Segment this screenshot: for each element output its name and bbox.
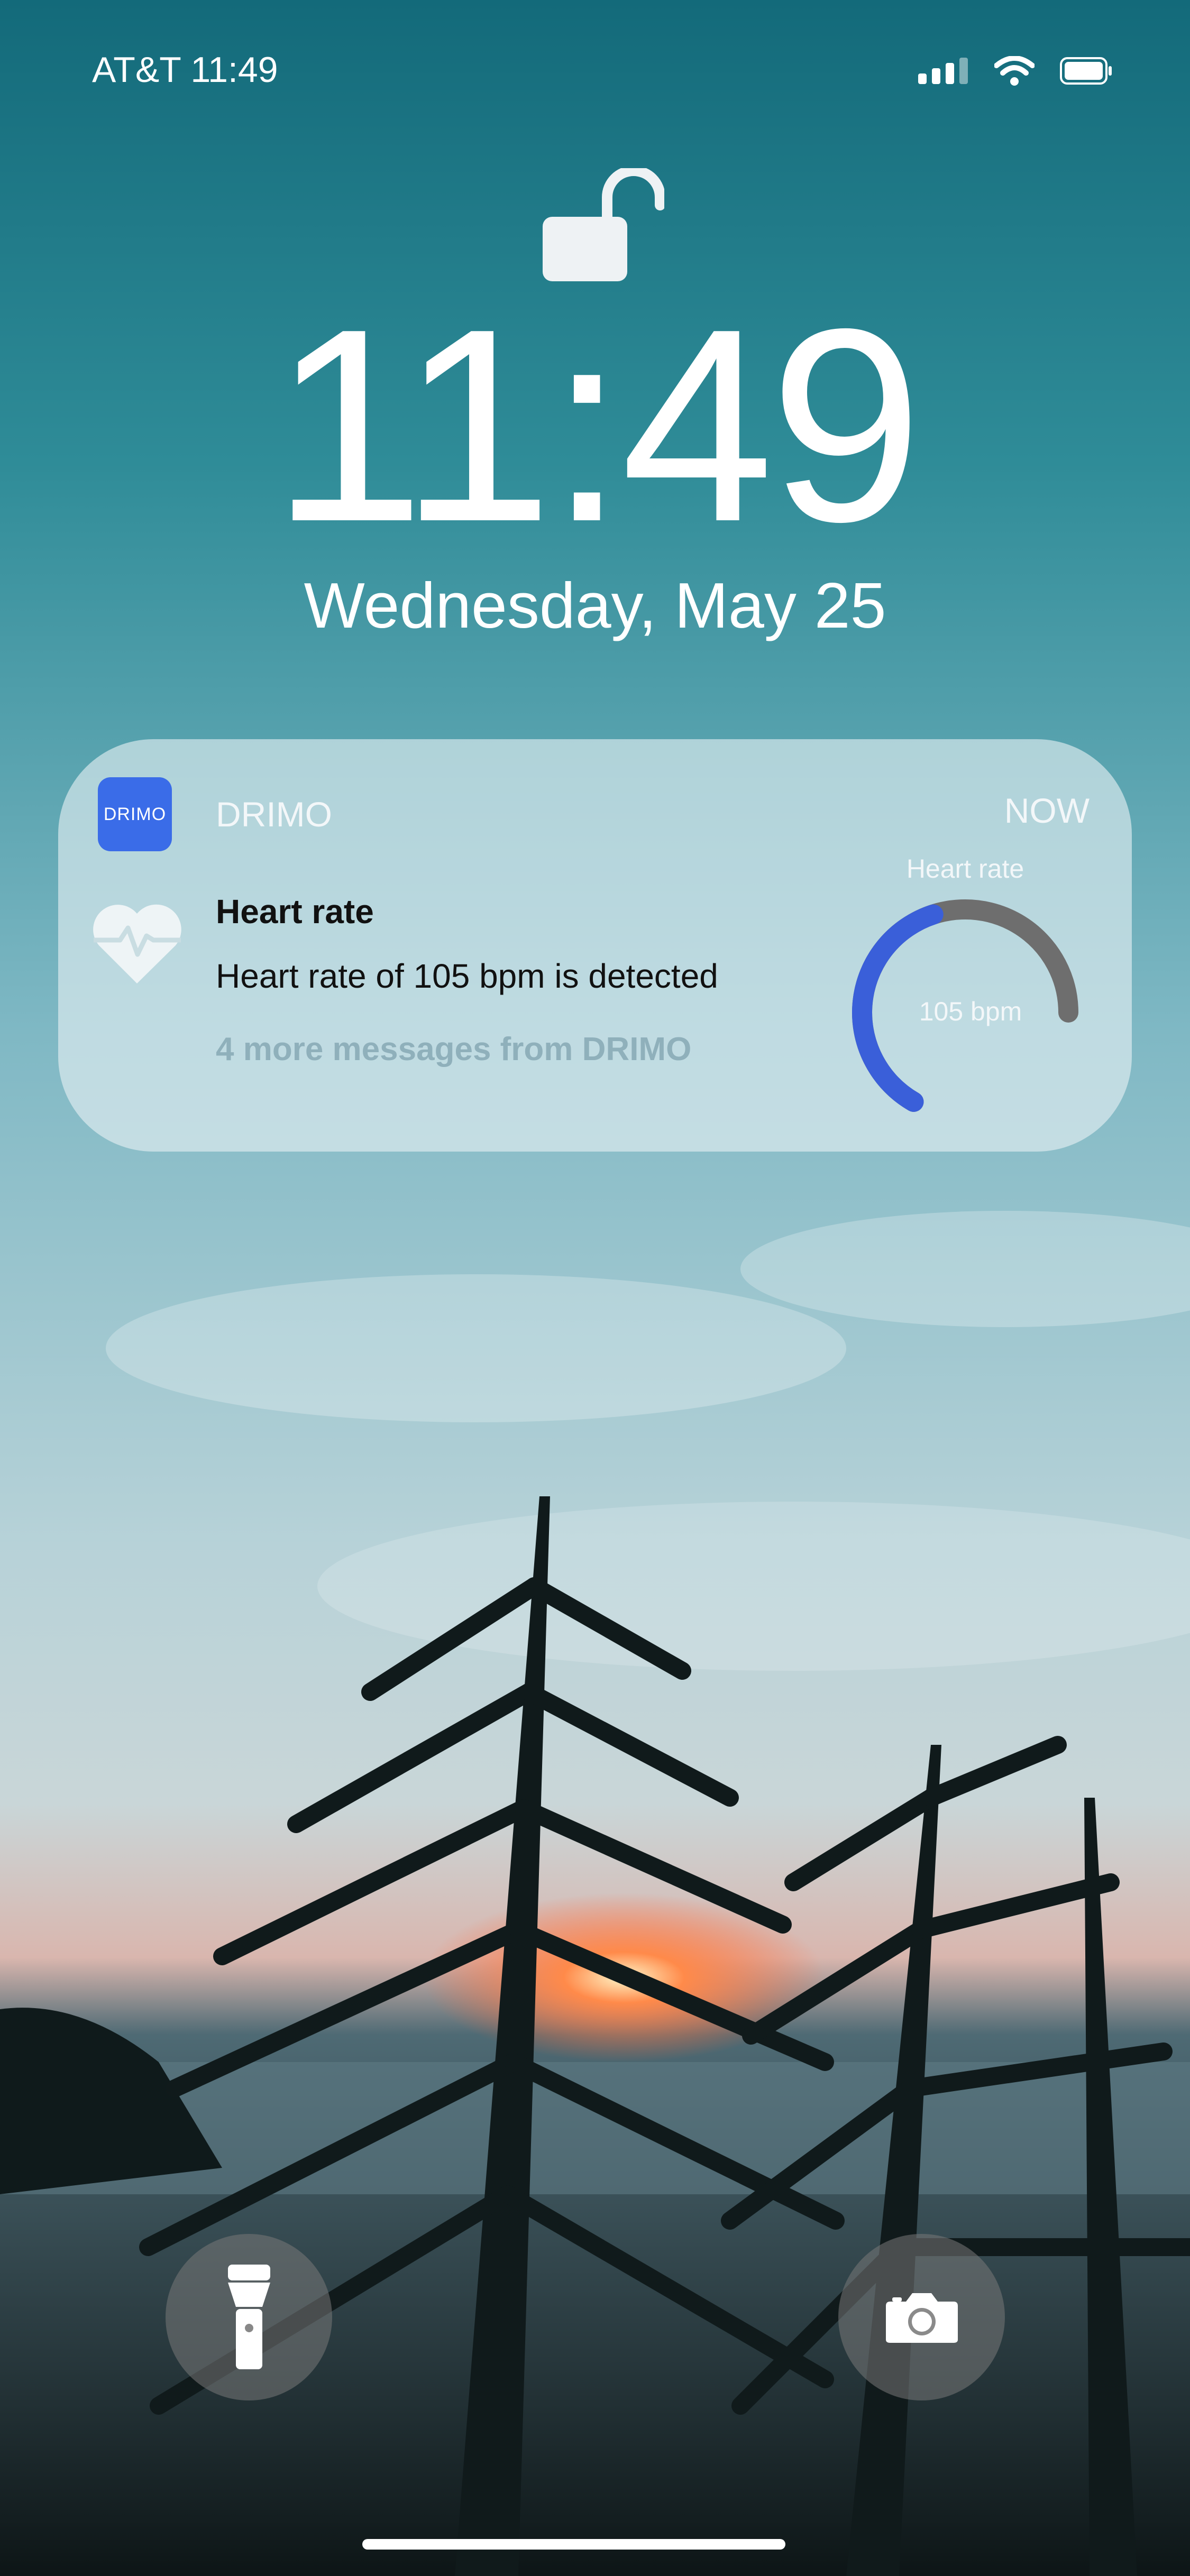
camera-button[interactable]: [838, 2234, 1005, 2400]
notification-more-messages[interactable]: 4 more messages from DRIMO: [216, 1031, 691, 1068]
heart-pulse-icon: [93, 904, 181, 983]
gauge-value-label: 105 bpm: [919, 997, 1022, 1026]
notification-app-name: DRIMO: [216, 795, 332, 834]
app-icon: DRIMO: [98, 777, 172, 851]
gauge-label: Heart rate: [907, 854, 1024, 884]
heart-rate-gauge: Heart rate 105 bpm: [852, 854, 1078, 1112]
camera-icon: [885, 2293, 958, 2343]
notification-title: Heart rate: [216, 893, 374, 931]
battery-icon: [1060, 57, 1112, 85]
status-carrier-time: AT&T 11:49: [92, 50, 278, 90]
lock-screen-date: Wednesday, May 25: [304, 569, 886, 641]
notification-time: NOW: [1004, 791, 1090, 830]
notification-body: Heart rate of 105 bpm is detected: [216, 957, 718, 995]
flashlight-icon: [227, 2264, 270, 2369]
lock-screen-time: 11:49: [271, 272, 923, 579]
unlocked-padlock-icon: [543, 168, 664, 281]
home-indicator[interactable]: [362, 2539, 785, 2550]
wifi-icon: [994, 56, 1035, 86]
status-icons: [918, 53, 1113, 89]
signal-icon: [918, 58, 968, 84]
flashlight-button[interactable]: [166, 2234, 332, 2400]
